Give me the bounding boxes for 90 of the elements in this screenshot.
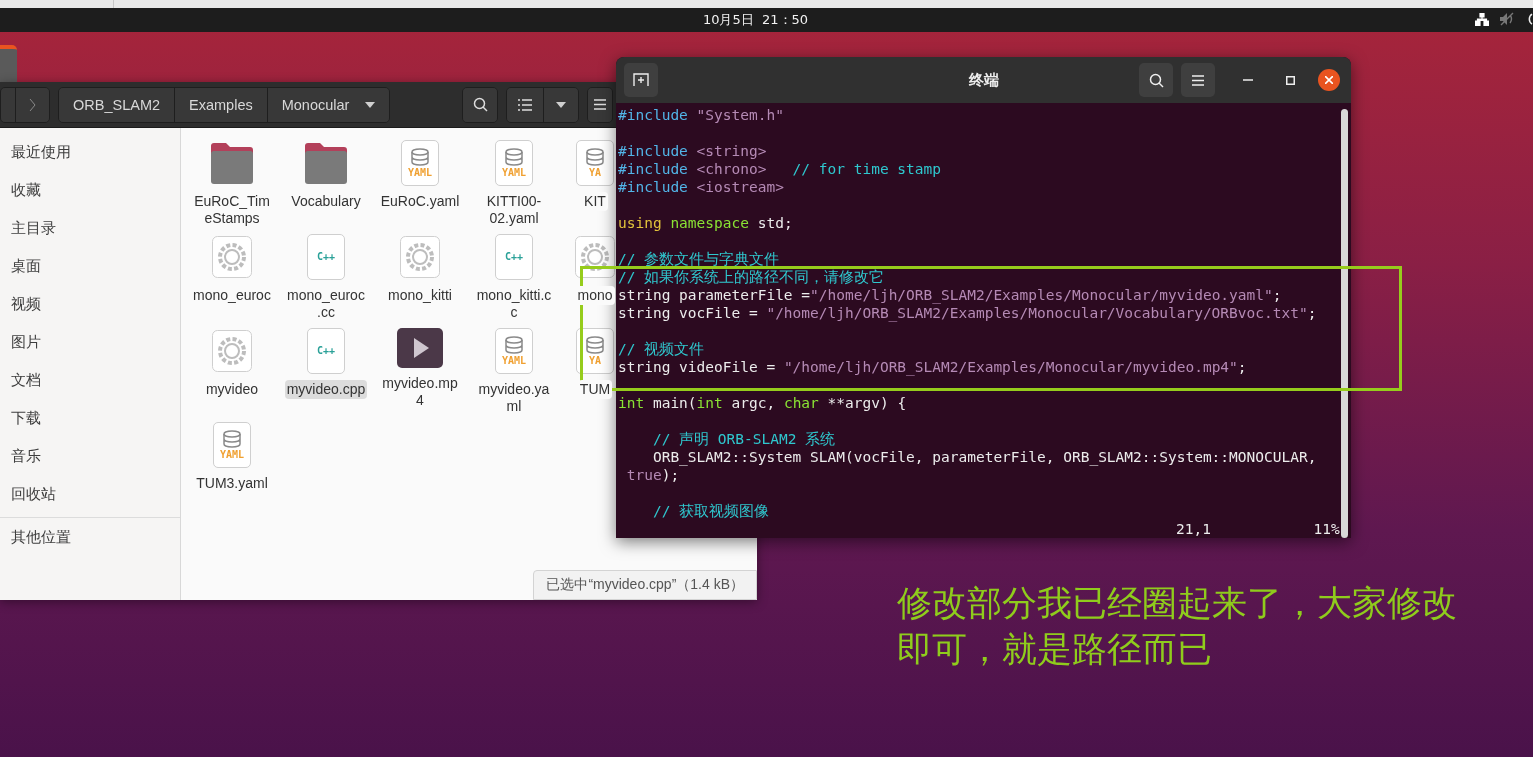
sidebar-item[interactable]: 音乐 <box>0 437 180 475</box>
file-name[interactable]: myvideo.cpp <box>284 380 368 399</box>
cursor-position: 21,1 <box>1176 520 1212 538</box>
gear-icon <box>212 234 252 280</box>
code-line: // 视频文件 <box>618 340 706 358</box>
list-icon <box>518 98 533 111</box>
code-line: ORB_SLAM2::System SLAM(vocFile, parameterFile, ORB_SLAM2::System::MONOCULAR, <box>651 448 1318 466</box>
sidebar-item[interactable]: 最近使用 <box>0 133 180 171</box>
file-type-label: YAML <box>501 168 527 178</box>
file-type-label: C++ <box>504 252 524 262</box>
path-segment[interactable]: Monocular <box>266 87 390 122</box>
menu-icon <box>594 99 607 110</box>
search-button[interactable] <box>463 87 498 122</box>
window-title: 终端 <box>968 70 999 90</box>
minimize-icon <box>1243 79 1253 81</box>
scrollbar[interactable] <box>1341 109 1348 538</box>
annotation-text: 修改部分我已经圈起来了，大家修改即可，就是路径而已 <box>897 582 1458 671</box>
file-name[interactable]: mono <box>575 286 615 305</box>
new-tab-button[interactable] <box>624 63 658 97</box>
file-name[interactable]: myvideo <box>203 380 261 399</box>
gear-icon <box>212 328 252 374</box>
menu-icon <box>1192 74 1204 86</box>
path-label: Monocular <box>281 96 350 113</box>
database-icon <box>410 148 430 166</box>
file-name[interactable]: Vocabulary <box>289 192 363 211</box>
search-icon <box>1148 72 1164 88</box>
file-name[interactable]: TUM3.yaml <box>194 474 270 493</box>
file-type-label: C++ <box>316 346 336 356</box>
video-icon <box>397 328 443 368</box>
code-line: string parameterFile ="/home/ljh/ORB_SLAM2/Examples/Monocular/myvideo.yaml"; <box>618 286 1283 304</box>
path-segment[interactable]: Examples <box>174 87 267 122</box>
sidebar-item[interactable]: 回收站 <box>0 475 180 513</box>
file-type-label: C++ <box>316 252 336 262</box>
clock[interactable]: 10月5日 21：50 <box>702 11 809 29</box>
file-type-label: YA <box>588 356 601 366</box>
chevron-right-icon <box>29 97 36 112</box>
speaker-muted-icon[interactable] <box>1499 12 1515 26</box>
selection-status: 已选中“myvideo.cpp”（1.4 kB） <box>533 570 757 600</box>
sidebar-item[interactable]: 收藏 <box>0 171 180 209</box>
code-line: // 声明 ORB-SLAM2 系统 <box>651 430 837 448</box>
database-icon <box>222 430 242 448</box>
gear-icon <box>575 234 615 280</box>
file-type-label: YAML <box>501 356 527 366</box>
search-button[interactable] <box>1139 63 1173 97</box>
database-icon <box>504 148 524 166</box>
gear-icon <box>400 234 440 280</box>
file-type-label: YAML <box>219 450 245 460</box>
sidebar-item[interactable]: 其他位置 <box>0 518 180 556</box>
sidebar-item[interactable]: 下载 <box>0 399 180 437</box>
sidebar-item[interactable]: 文档 <box>0 361 180 399</box>
caret-icon <box>556 101 567 108</box>
scroll-percent: 11% <box>1313 520 1341 538</box>
sidebar-item[interactable]: 视频 <box>0 285 180 323</box>
file-name[interactable]: EuRoC.yaml <box>378 192 462 211</box>
search-icon <box>472 97 488 112</box>
code-line: // 如果你系统上的路径不同，请修改它 <box>618 268 886 286</box>
new-tab-icon <box>633 73 649 87</box>
window-edge <box>0 45 17 82</box>
code-line: #include "System.h" <box>618 106 785 124</box>
code-line: string videoFile = "/home/ljh/ORB_SLAM2/Examples/Monocular/myvideo.mp4"; <box>618 358 1248 376</box>
code-line: #include <iostream> <box>618 178 785 196</box>
menu-button[interactable] <box>588 87 613 122</box>
menu-button[interactable] <box>1181 63 1215 97</box>
close-button[interactable] <box>1318 69 1340 91</box>
database-icon <box>504 336 524 354</box>
code-line: #include <string> <box>618 142 768 160</box>
sidebar-item[interactable]: 主目录 <box>0 209 180 247</box>
file-name[interactable]: mono_kitti <box>386 286 454 305</box>
database-icon <box>585 148 605 166</box>
maximize-icon <box>1285 75 1295 85</box>
code-line: string vocFile = "/home/ljh/ORB_SLAM2/Examples/Monocular/Vocabulary/ORBvoc.txt"; <box>618 304 1318 322</box>
close-icon <box>1325 76 1333 84</box>
code-line: using namespace std; <box>618 214 794 232</box>
sidebar-item[interactable]: 桌面 <box>0 247 180 285</box>
caret-icon <box>365 101 376 108</box>
file-type-label: YA <box>588 168 601 178</box>
code-line: // 参数文件与字典文件 <box>618 250 781 268</box>
network-icon[interactable] <box>1475 12 1489 26</box>
folder-icon <box>209 140 255 186</box>
sidebar-item[interactable]: 图片 <box>0 323 180 361</box>
code-line: int main(int argc, char **argv) { <box>618 394 908 412</box>
code-line: true); <box>625 466 681 484</box>
code-line: // 获取视频图像 <box>651 502 771 520</box>
file-type-label: YAML <box>407 168 433 178</box>
database-icon <box>585 336 605 354</box>
view-button[interactable] <box>507 87 544 122</box>
path-segment[interactable]: ORB_SLAM2 <box>59 87 175 122</box>
code-line: #include <chrono> // for time stamp <box>618 160 943 178</box>
folder-icon <box>303 140 349 186</box>
view-options-button[interactable] <box>543 87 579 122</box>
